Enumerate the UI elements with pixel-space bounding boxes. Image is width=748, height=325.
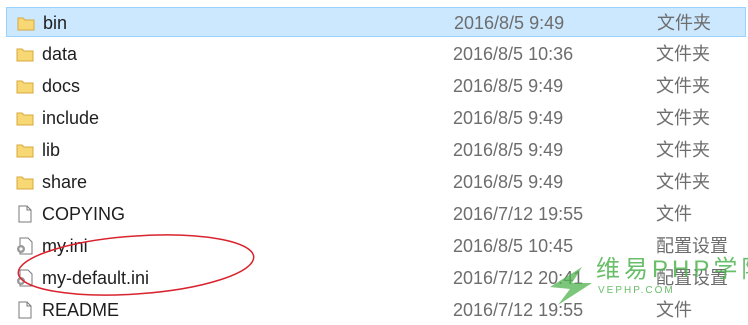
file-row[interactable]: lib 2016/8/5 9:49 文件夹	[6, 135, 746, 165]
folder-icon	[16, 173, 34, 191]
file-date: 2016/8/5 9:49	[453, 76, 564, 96]
file-row[interactable]: data 2016/8/5 10:36 文件夹	[6, 39, 746, 69]
file-name: share	[42, 172, 88, 192]
file-date: 2016/7/12 19:55	[453, 300, 584, 320]
folder-icon	[17, 14, 35, 32]
file-name: my-default.ini	[42, 268, 150, 288]
file-row[interactable]: docs 2016/8/5 9:49 文件夹	[6, 71, 746, 101]
file-name: COPYING	[42, 204, 126, 224]
file-type: 文件夹	[656, 76, 710, 96]
file-date: 2016/8/5 10:36	[453, 44, 574, 64]
file-name: lib	[42, 140, 61, 160]
file-date: 2016/8/5 9:49	[454, 13, 565, 33]
file-type: 配置设置	[656, 236, 728, 256]
file-date: 2016/7/12 20:41	[453, 268, 584, 288]
file-date: 2016/8/5 9:49	[453, 140, 564, 160]
folder-icon	[16, 141, 34, 159]
file-name: include	[42, 108, 100, 128]
file-icon	[16, 205, 34, 223]
folder-icon	[16, 109, 34, 127]
file-type: 文件夹	[656, 108, 710, 128]
file-type: 文件夹	[656, 172, 710, 192]
file-type: 文件夹	[656, 44, 710, 64]
file-date: 2016/8/5 9:49	[453, 172, 564, 192]
file-name: my.ini	[42, 236, 88, 256]
folder-icon	[16, 45, 34, 63]
file-date: 2016/8/5 10:45	[453, 236, 574, 256]
file-type: 文件夹	[657, 13, 711, 33]
file-row[interactable]: include 2016/8/5 9:49 文件夹	[6, 103, 746, 133]
file-row[interactable]: share 2016/8/5 9:49 文件夹	[6, 167, 746, 197]
file-row[interactable]: my-default.ini 2016/7/12 20:41 配置设置	[6, 263, 746, 293]
file-type: 文件	[656, 300, 692, 320]
file-type: 配置设置	[656, 268, 728, 288]
file-row[interactable]: my.ini 2016/8/5 10:45 配置设置	[6, 231, 746, 261]
file-date: 2016/7/12 19:55	[453, 204, 584, 224]
file-list: bin 2016/8/5 9:49 文件夹 data 2016/8/5 10:3…	[0, 0, 748, 321]
file-name: bin	[43, 13, 68, 33]
file-row[interactable]: COPYING 2016/7/12 19:55 文件	[6, 199, 746, 229]
file-name: README	[42, 300, 120, 320]
file-name: docs	[42, 76, 81, 96]
settings-file-icon	[16, 237, 34, 255]
file-icon	[16, 301, 34, 319]
file-row[interactable]: bin 2016/8/5 9:49 文件夹	[6, 7, 746, 37]
file-type: 文件夹	[656, 140, 710, 160]
file-name: data	[42, 44, 78, 64]
settings-file-icon	[16, 269, 34, 287]
folder-icon	[16, 77, 34, 95]
file-date: 2016/8/5 9:49	[453, 108, 564, 128]
file-type: 文件	[656, 204, 692, 224]
